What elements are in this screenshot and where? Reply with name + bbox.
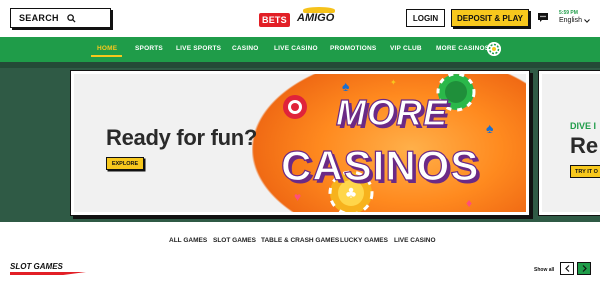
chevron-down-icon [584,18,590,23]
next-card-kicker: DIVE I [570,121,597,131]
spade-icon: ♠ [486,120,494,136]
hero-section: ♣ ♠ ♠ ♥ ♦ ✦ Ready for fun? EXPLORE MORE … [0,62,600,222]
logo-amigo: AMIGO [297,12,335,24]
show-all-link[interactable]: Show all [534,267,554,273]
heart-icon: ♦ [466,196,473,210]
nav-vip-club[interactable]: VIP CLUB [390,45,422,52]
clock-time: 5:59 PM [559,10,578,16]
nav-active-underline [91,55,122,57]
sparkle-icon: ✦ [390,78,397,87]
scroll-left-button[interactable] [560,262,574,275]
search-button[interactable]: SEARCH [10,8,111,28]
banner-headline-casinos: CASINOS [280,141,480,189]
hero-top-shade [0,62,600,68]
hero-title: Ready for fun? [106,125,258,150]
section-title: SLOT GAMES [10,262,63,271]
more-casinos-icon[interactable] [487,42,501,56]
hero-next-card[interactable]: DIVE I Re TRY IT O [538,70,600,216]
tab-live-casino[interactable]: LIVE CASINO [394,237,436,244]
tab-all-games[interactable]: ALL GAMES [169,237,207,244]
tab-slot-games[interactable]: SLOT GAMES [213,237,256,244]
hero-banner-card[interactable]: ♣ ♠ ♠ ♥ ♦ ✦ Ready for fun? EXPLORE MORE … [70,70,530,216]
search-label: SEARCH [19,13,59,23]
tab-lucky-games[interactable]: LUCKY GAMES [340,237,388,244]
nav-promotions[interactable]: PROMOTIONS [330,45,376,52]
next-card-title: Re [570,133,599,158]
section-title-underline [10,272,86,275]
logo-bets: BETS [259,13,290,27]
try-it-button[interactable]: TRY IT O [570,165,600,178]
nav-live-casino[interactable]: LIVE CASINO [274,45,318,52]
nav-casino[interactable]: CASINO [232,45,258,52]
banner-headline-more: MORE [335,91,448,133]
explore-button[interactable]: EXPLORE [106,157,144,170]
game-categories: ALL GAMES SLOT GAMES TABLE & CRASH GAMES… [0,222,600,284]
poker-chip-red-icon [283,95,307,119]
language-label: English [559,17,582,24]
scroll-right-button[interactable] [577,262,591,275]
chevron-right-icon [582,265,587,272]
tab-table-crash-games[interactable]: TABLE & CRASH GAMES [261,237,339,244]
top-header: SEARCH BETS AMIGO LOGIN DEPOSIT & PLAY 5… [0,0,600,37]
main-nav: HOME SPORTS LIVE SPORTS CASINO LIVE CASI… [0,37,600,62]
login-button[interactable]: LOGIN [406,9,445,27]
betsamigo-logo[interactable]: BETS AMIGO [259,7,341,29]
nav-live-sports[interactable]: LIVE SPORTS [176,45,221,52]
language-selector[interactable]: English [559,17,590,24]
nav-more-casinos[interactable]: MORE CASINOS [436,45,489,52]
chat-icon[interactable] [538,13,548,22]
deposit-button[interactable]: DEPOSIT & PLAY [451,9,529,27]
nav-home[interactable]: HOME [97,45,117,52]
chevron-left-icon [564,265,569,272]
heart-icon: ♥ [294,190,302,204]
search-icon [67,13,76,23]
nav-sports[interactable]: SPORTS [135,45,163,52]
banner-background: ♣ ♠ ♠ ♥ ♦ ✦ Ready for fun? EXPLORE MORE … [74,74,526,212]
